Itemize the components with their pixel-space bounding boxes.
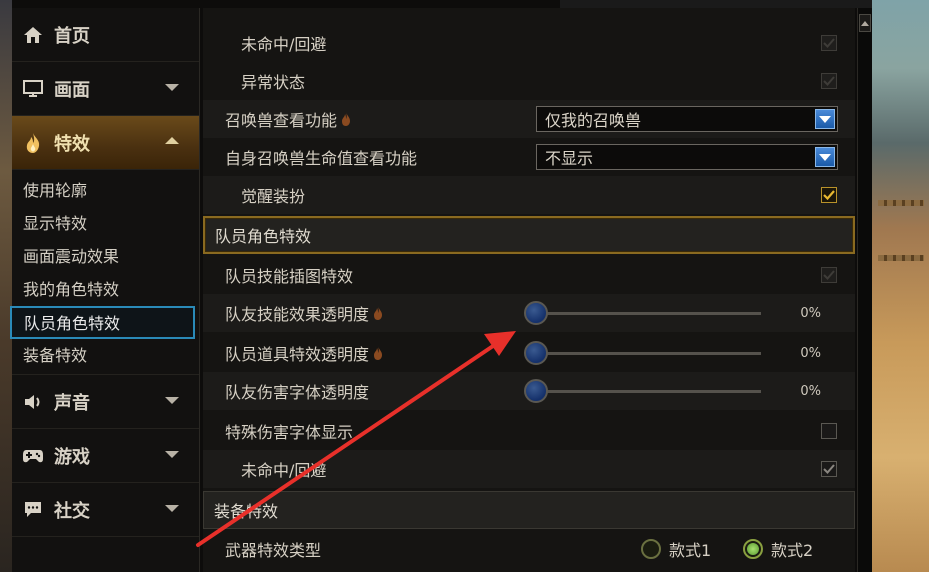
- submenu-item-my-character[interactable]: 我的角色特效: [10, 273, 195, 306]
- weapon-style1-radio[interactable]: 款式1: [641, 537, 711, 561]
- setting-row-miss-dodge: 未命中/回避: [203, 24, 855, 62]
- chevron-down-icon[interactable]: [815, 109, 835, 129]
- nav-effects-label: 特效: [54, 133, 90, 155]
- chevron-down-icon[interactable]: [815, 147, 835, 167]
- setting-label: 觉醒装扮: [241, 187, 306, 206]
- settings-sidebar: 首页 画面 特效 使用轮廓 显示特效 画面震动效果 我的角色特效 队员角色特效 …: [10, 8, 200, 572]
- submenu-item-equipment[interactable]: 装备特效: [10, 339, 195, 372]
- setting-row-weapon-effect-type: 武器特效类型 款式1 款式2: [203, 530, 855, 568]
- setting-row-ally-skill-opacity: 队友技能效果透明度 0%: [203, 294, 855, 332]
- summon-hp-label: 自身召唤兽生命值查看功能: [225, 149, 418, 168]
- setting-row-awaken-outfit: 觉醒装扮: [203, 176, 855, 214]
- miss-dodge-checkbox[interactable]: [821, 35, 837, 51]
- game-background-top: [560, 0, 872, 8]
- nav-game[interactable]: 游戏: [12, 429, 199, 483]
- effects-submenu: 使用轮廓 显示特效 画面震动效果 我的角色特效 队员角色特效 装备特效: [10, 170, 199, 375]
- summon-view-dropdown[interactable]: 仅我的召唤兽: [536, 106, 838, 132]
- nav-display[interactable]: 画面: [12, 62, 199, 116]
- radio-dot: [641, 539, 661, 559]
- nav-social-label: 社交: [54, 500, 90, 522]
- nav-home-label: 首页: [54, 25, 90, 47]
- setting-label: 队友伤害字体透明度: [225, 383, 370, 402]
- summon-view-label: 召唤兽查看功能: [225, 111, 338, 130]
- party-skill-cutin-checkbox[interactable]: [821, 267, 837, 283]
- submenu-item-outline[interactable]: 使用轮廓: [10, 174, 195, 207]
- flame-icon: [374, 346, 383, 360]
- chevron-down-icon: [165, 505, 179, 512]
- nav-home[interactable]: 首页: [12, 8, 199, 62]
- special-damage-font-checkbox[interactable]: [821, 423, 837, 439]
- setting-row-party-skill-cutin: 队员技能插图特效: [203, 256, 855, 294]
- radio-label: 款式1: [669, 541, 712, 560]
- flame-icon: [342, 112, 351, 126]
- chevron-down-icon: [165, 451, 179, 458]
- radio-label: 款式2: [771, 541, 814, 560]
- setting-row-party-miss-dodge: 未命中/回避: [203, 450, 855, 488]
- rope-decoration: [878, 255, 924, 261]
- chat-icon: [22, 499, 44, 521]
- dropdown-value: 仅我的召唤兽: [545, 111, 642, 130]
- setting-label: 队员道具特效透明度: [225, 341, 383, 365]
- submenu-item-screen-shake[interactable]: 画面震动效果: [10, 240, 195, 273]
- setting-row-abnormal-status: 异常状态: [203, 62, 855, 100]
- settings-scrollbar[interactable]: [857, 8, 872, 572]
- chevron-down-icon: [165, 84, 179, 91]
- monitor-icon: [22, 78, 44, 100]
- ally-skill-opacity-label: 队友技能效果透明度: [225, 305, 370, 324]
- setting-row-ally-damage-font-opacity: 队友伤害字体透明度 0%: [203, 372, 855, 410]
- scroll-up-button[interactable]: [859, 14, 871, 32]
- ally-skill-opacity-slider-handle[interactable]: [524, 301, 548, 325]
- ally-skill-opacity-slider-track[interactable]: [536, 311, 761, 315]
- settings-panel: 未命中/回避 异常状态 召唤兽查看功能 仅我的召唤兽 自身召唤兽生命值查看功能 …: [203, 8, 855, 572]
- setting-row-special-damage-font: 特殊伤害字体显示: [203, 412, 855, 450]
- setting-label: 异常状态: [241, 73, 306, 92]
- nav-sound[interactable]: 声音: [12, 375, 199, 429]
- nav-display-label: 画面: [54, 79, 90, 101]
- home-icon: [22, 24, 44, 46]
- nav-social[interactable]: 社交: [12, 483, 199, 537]
- section-header-equipment: 装备特效: [203, 491, 855, 529]
- setting-label: 未命中/回避: [241, 461, 327, 480]
- setting-row-summon-hp: 自身召唤兽生命值查看功能 不显示: [203, 138, 855, 176]
- setting-row-summon-view: 召唤兽查看功能 仅我的召唤兽: [203, 100, 855, 138]
- setting-label: 特殊伤害字体显示: [225, 423, 354, 442]
- party-item-opacity-slider-handle[interactable]: [524, 341, 548, 365]
- slider-value: 0%: [800, 383, 821, 399]
- setting-row-party-item-opacity: 队员道具特效透明度 0%: [203, 334, 855, 372]
- abnormal-status-checkbox[interactable]: [821, 73, 837, 89]
- ally-damage-font-opacity-slider-track[interactable]: [536, 389, 761, 393]
- slider-value: 0%: [800, 305, 821, 321]
- dropdown-value: 不显示: [545, 149, 594, 168]
- setting-label: 队员技能插图特效: [225, 267, 354, 286]
- nav-game-label: 游戏: [54, 446, 90, 468]
- rope-decoration: [878, 200, 924, 206]
- section-header-party: 队员角色特效: [203, 216, 855, 254]
- flame-icon: [374, 306, 383, 320]
- radio-dot: [743, 539, 763, 559]
- setting-label: 召唤兽查看功能: [225, 107, 351, 131]
- chevron-up-icon: [165, 137, 179, 144]
- party-item-opacity-label: 队员道具特效透明度: [225, 345, 370, 364]
- setting-label: 队友技能效果透明度: [225, 301, 383, 325]
- ally-damage-font-opacity-slider-handle[interactable]: [524, 379, 548, 403]
- nav-effects[interactable]: 特效: [12, 116, 199, 170]
- nav-sound-label: 声音: [54, 392, 90, 414]
- setting-label: 武器特效类型: [225, 541, 322, 560]
- submenu-item-party-character[interactable]: 队员角色特效: [10, 306, 195, 339]
- weapon-style2-radio[interactable]: 款式2: [743, 537, 813, 561]
- game-background-right: [872, 0, 929, 572]
- flame-icon: [22, 132, 44, 154]
- setting-label: 未命中/回避: [241, 35, 327, 54]
- summon-hp-dropdown[interactable]: 不显示: [536, 144, 838, 170]
- chevron-down-icon: [165, 397, 179, 404]
- speaker-icon: [22, 391, 44, 413]
- party-item-opacity-slider-track[interactable]: [536, 351, 761, 355]
- gamepad-icon: [22, 445, 44, 467]
- party-miss-dodge-checkbox[interactable]: [821, 461, 837, 477]
- slider-value: 0%: [800, 345, 821, 361]
- submenu-item-show-effects[interactable]: 显示特效: [10, 207, 195, 240]
- awaken-outfit-checkbox[interactable]: [821, 187, 837, 203]
